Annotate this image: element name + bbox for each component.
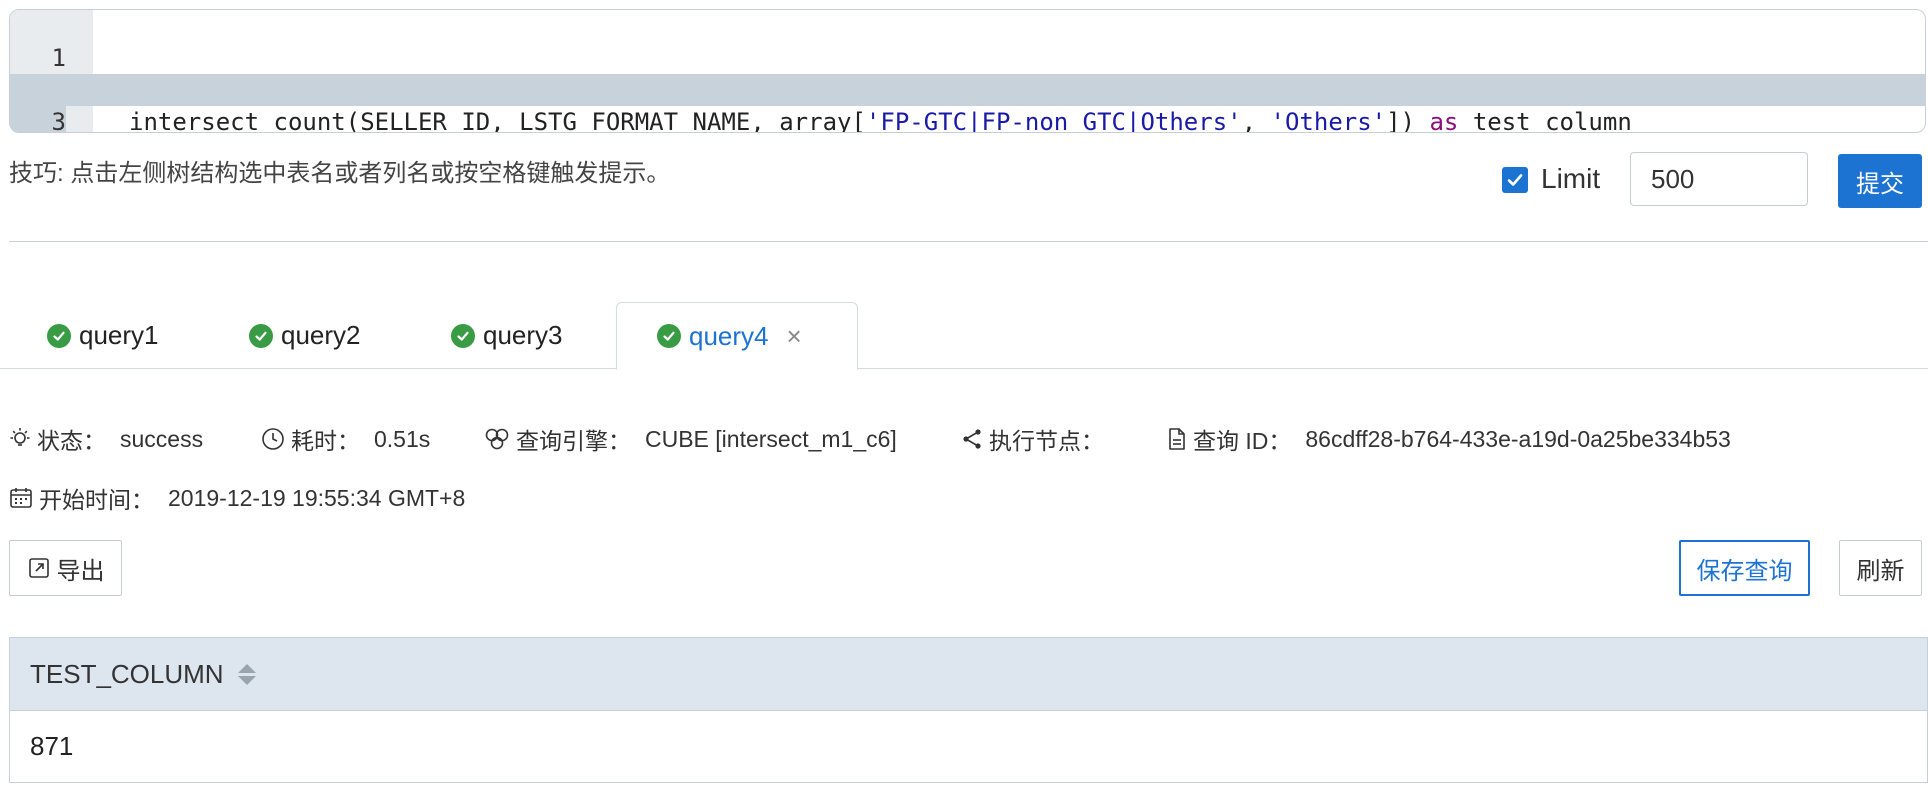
limit-label: Limit (1541, 163, 1601, 194)
query-id-info: 查询 ID： 86cdff28-b764-433e-a19d-0a25be334… (1167, 422, 1731, 456)
sql-text: , (1241, 108, 1271, 133)
start-time-label: 开始时间： (39, 487, 154, 513)
tab-query1[interactable]: query1 (47, 302, 159, 369)
export-icon (28, 558, 49, 578)
sql-string: 'FP-GTC|FP-non GTC|Others' (865, 108, 1242, 133)
tab-label: query1 (79, 320, 159, 350)
status-value: success (120, 425, 204, 452)
tab-label: query2 (281, 320, 361, 350)
lightbulb-icon (10, 428, 30, 446)
sql-editor[interactable]: 1 select 2 intersect_count(SELLER_ID, LS… (9, 9, 1926, 133)
sql-keyword: as (1429, 108, 1459, 133)
section-divider (9, 241, 1928, 242)
code-text: intersect_count(SELLER_ID, LSTG_FORMAT_N… (129, 106, 1632, 133)
tab-label: query4 (689, 320, 769, 351)
duration-info: 耗时： 0.51s (261, 422, 430, 456)
engine-info: 查询引擎： CUBE [intersect_m1_c6] (484, 422, 897, 456)
export-label: 导出 (56, 557, 105, 585)
line-number: 3 (10, 106, 66, 132)
tab-label: query3 (483, 320, 563, 350)
check-icon (1507, 174, 1523, 186)
calendar-icon (10, 488, 32, 508)
editor-hint: 技巧: 点击左侧树结构选中表名或者列名或按空格键触发提示。 (9, 160, 671, 187)
start-time-info: 开始时间： 2019-12-19 19:55:34 GMT+8 (9, 481, 465, 515)
engine-value: CUBE [intersect_m1_c6] (645, 425, 897, 452)
sort-icon[interactable] (237, 663, 256, 685)
success-check-icon (657, 324, 681, 348)
query-id-label: 查询 ID： (1193, 428, 1292, 454)
success-check-icon (47, 323, 71, 348)
status-info: 状态： success (9, 422, 203, 456)
submit-button[interactable]: 提交 (1838, 154, 1922, 208)
code-line-2[interactable]: 2 intersect_count(SELLER_ID, LSTG_FORMAT… (10, 42, 1925, 132)
duration-value: 0.51s (374, 425, 431, 452)
sql-text: test_column (1458, 108, 1632, 133)
table-cell: 871 (30, 730, 74, 761)
code-line-3-active[interactable]: 3 from kylin_sales (10, 74, 1925, 132)
refresh-button[interactable]: 刷新 (1839, 540, 1922, 596)
limit-input[interactable] (1630, 152, 1808, 206)
share-icon (963, 429, 981, 449)
sql-text: intersect_count(SELLER_ID, LSTG_FORMAT_N… (129, 108, 866, 133)
success-check-icon (249, 323, 273, 348)
node-info: 执行节点： (961, 422, 1118, 456)
cube-engine-icon (485, 428, 509, 450)
column-header-label: TEST_COLUMN (30, 658, 224, 689)
engine-label: 查询引擎： (516, 428, 631, 454)
success-check-icon (451, 323, 475, 348)
query-id-value: 86cdff28-b764-433e-a19d-0a25be334b53 (1305, 425, 1731, 452)
sql-text: ]) (1386, 108, 1430, 133)
start-time-value: 2019-12-19 19:55:34 GMT+8 (168, 484, 466, 511)
tab-query4[interactable]: query4 × (616, 302, 858, 370)
tab-query3[interactable]: query3 (451, 302, 563, 369)
save-query-button[interactable]: 保存查询 (1679, 540, 1810, 596)
export-button[interactable]: 导出 (9, 540, 122, 596)
table-header: TEST_COLUMN (10, 638, 1927, 711)
status-label: 状态： (37, 428, 106, 454)
close-icon[interactable]: × (787, 321, 802, 352)
node-label: 执行节点： (989, 428, 1104, 454)
clock-icon (262, 428, 284, 450)
limit-checkbox[interactable] (1502, 167, 1528, 193)
result-table: TEST_COLUMN 871 (9, 637, 1928, 783)
column-header-test-column[interactable]: TEST_COLUMN (30, 659, 256, 690)
duration-label: 耗时： (291, 428, 360, 454)
tab-query2[interactable]: query2 (249, 302, 361, 369)
document-icon (1169, 428, 1185, 450)
code-line-1[interactable]: 1 select (10, 10, 1925, 104)
sql-string: 'Others' (1270, 108, 1387, 133)
